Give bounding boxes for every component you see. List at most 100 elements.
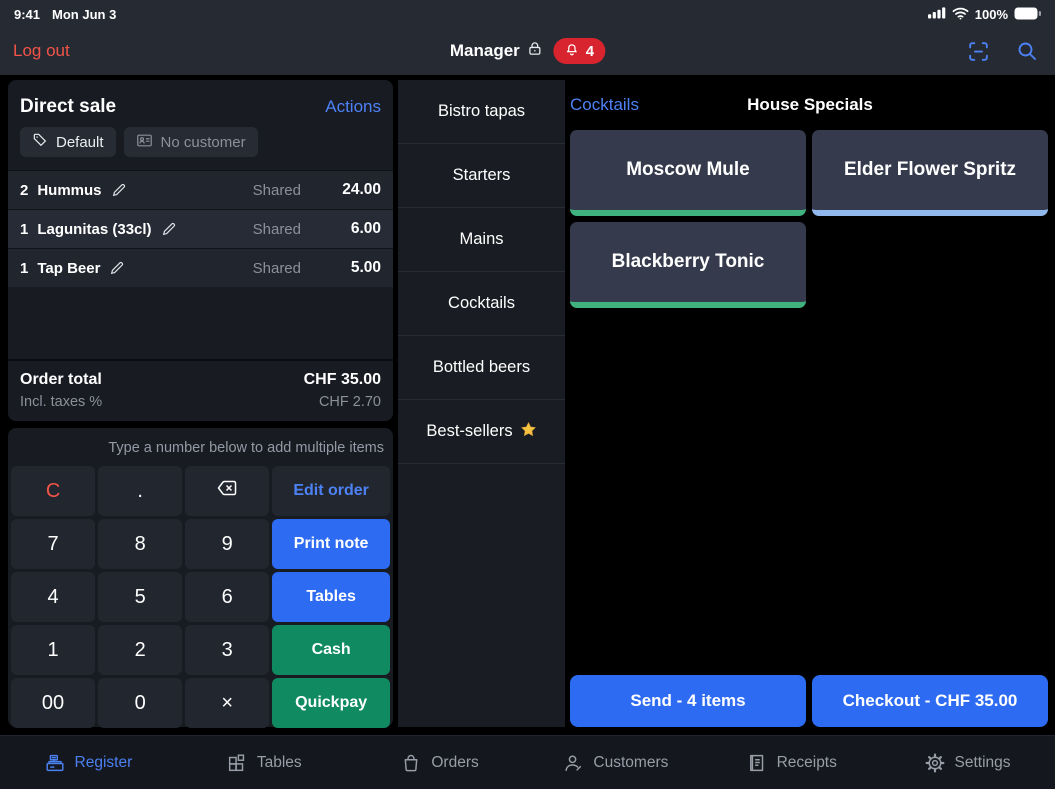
category-label: Bistro tapas [438,102,525,121]
category-bottled-beers[interactable]: Bottled beers [398,336,565,400]
edit-item-icon[interactable] [109,260,125,276]
item-qty: 1 [20,260,28,277]
scan-icon[interactable] [966,39,991,64]
item-share-mode: Shared [253,182,301,199]
category-label: Cocktails [448,294,515,313]
default-tag-chip[interactable]: Default [20,127,116,157]
user-label: Manager [450,41,520,61]
taxes-value: CHF 2.70 [319,394,381,410]
numpad-hint: Type a number below to add multiple item… [11,440,390,456]
digit-6-key[interactable]: 6 [185,572,269,622]
digit-7-key[interactable]: 7 [11,519,95,569]
chip-label: No customer [161,134,246,151]
product-name: Blackberry Tonic [612,251,765,273]
nav-item-settings[interactable]: Settings [879,752,1055,774]
digit-1-key[interactable]: 1 [11,625,95,675]
order-panel: Direct sale Actions Default No customer … [8,80,393,421]
item-name: Hummus [37,182,101,199]
bell-icon [565,42,580,61]
star-icon [520,421,537,443]
logout-button[interactable]: Log out [13,41,70,61]
decimal-key[interactable]: . [98,466,182,516]
order-item-row[interactable]: 1 Tap Beer Shared 5.00 [8,248,393,287]
tag-icon [32,132,48,152]
nav-label: Orders [431,754,478,772]
checkout-button[interactable]: Checkout - CHF 35.00 [812,675,1048,727]
orders-icon [400,752,422,774]
item-qty: 1 [20,221,28,238]
notification-count: 4 [586,43,594,60]
nav-item-orders[interactable]: Orders [352,752,528,774]
nav-item-register[interactable]: Register [0,752,176,774]
backspace-key[interactable] [185,466,269,516]
settings-icon [924,752,946,774]
taxes-label: Incl. taxes % [20,394,102,410]
order-items-list: 2 Hummus Shared 24.00 1 Lagunitas (33cl)… [8,170,393,287]
app-header: Log out Manager 4 [0,27,1055,75]
category-starters[interactable]: Starters [398,144,565,208]
clear-key[interactable]: C [11,466,95,516]
product-panel: Cocktails House Specials Moscow Mule Eld… [565,80,1055,735]
digit-5-key[interactable]: 5 [98,572,182,622]
item-price: 6.00 [315,220,381,238]
order-total-label: Order total [20,371,102,389]
actions-button[interactable]: Actions [325,97,381,117]
category-bistro-tapas[interactable]: Bistro tapas [398,80,565,144]
digit-4-key[interactable]: 4 [11,572,95,622]
item-share-mode: Shared [253,260,301,277]
order-totals: Order total CHF 35.00 Incl. taxes % CHF … [8,359,393,421]
nav-label: Receipts [777,754,837,772]
search-icon[interactable] [1015,39,1039,63]
category-best-sellers[interactable]: Best-sellers [398,400,565,464]
chip-label: Default [56,134,104,151]
nav-label: Settings [955,754,1011,772]
notifications-badge[interactable]: 4 [554,38,605,64]
order-item-row[interactable]: 1 Lagunitas (33cl) Shared 6.00 [8,209,393,248]
cash-button[interactable]: Cash [272,625,390,675]
product-tile-elder-flower-spritz[interactable]: Elder Flower Spritz [812,130,1048,216]
edit-item-icon[interactable] [111,182,127,198]
category-sidebar: Bistro tapas Starters Mains Cocktails Bo… [398,80,565,727]
order-item-row[interactable]: 2 Hummus Shared 24.00 [8,170,393,209]
digit-0-key[interactable]: 0 [98,678,182,728]
digit-2-key[interactable]: 2 [98,625,182,675]
customer-card-icon [136,132,153,153]
nav-label: Customers [593,754,668,772]
category-label: Bottled beers [433,358,530,377]
date: Mon Jun 3 [52,7,116,22]
clock: 9:41 [14,7,40,22]
digit-8-key[interactable]: 8 [98,519,182,569]
product-tile-blackberry-tonic[interactable]: Blackberry Tonic [570,222,806,308]
category-cocktails[interactable]: Cocktails [398,272,565,336]
category-mains[interactable]: Mains [398,208,565,272]
nav-label: Tables [257,754,302,772]
nav-item-customers[interactable]: Customers [527,752,703,774]
send-button[interactable]: Send - 4 items [570,675,806,727]
digit-9-key[interactable]: 9 [185,519,269,569]
print-note-button[interactable]: Print note [272,519,390,569]
battery-percent: 100% [975,7,1008,22]
item-share-mode: Shared [253,221,301,238]
manager-button[interactable]: Manager [450,40,544,62]
lock-icon [527,40,544,62]
product-name: Moscow Mule [626,159,750,181]
multiply-key[interactable]: × [185,678,269,728]
edit-item-icon[interactable] [161,221,177,237]
category-label: Mains [459,230,503,249]
tables-icon [226,752,248,774]
receipts-icon [746,752,768,774]
nav-item-tables[interactable]: Tables [176,752,352,774]
tables-button[interactable]: Tables [272,572,390,622]
no-customer-chip[interactable]: No customer [124,127,258,157]
digit-00-key[interactable]: 00 [11,678,95,728]
quickpay-button[interactable]: Quickpay [272,678,390,728]
nav-item-receipts[interactable]: Receipts [703,752,879,774]
category-label: Best-sellers [426,422,512,441]
edit-order-button[interactable]: Edit order [272,466,390,516]
digit-3-key[interactable]: 3 [185,625,269,675]
battery-icon [1014,7,1041,23]
category-label: Starters [453,166,511,185]
order-title: Direct sale [20,96,116,118]
status-bar: 9:41 Mon Jun 3 100% [0,0,1055,27]
product-tile-moscow-mule[interactable]: Moscow Mule [570,130,806,216]
